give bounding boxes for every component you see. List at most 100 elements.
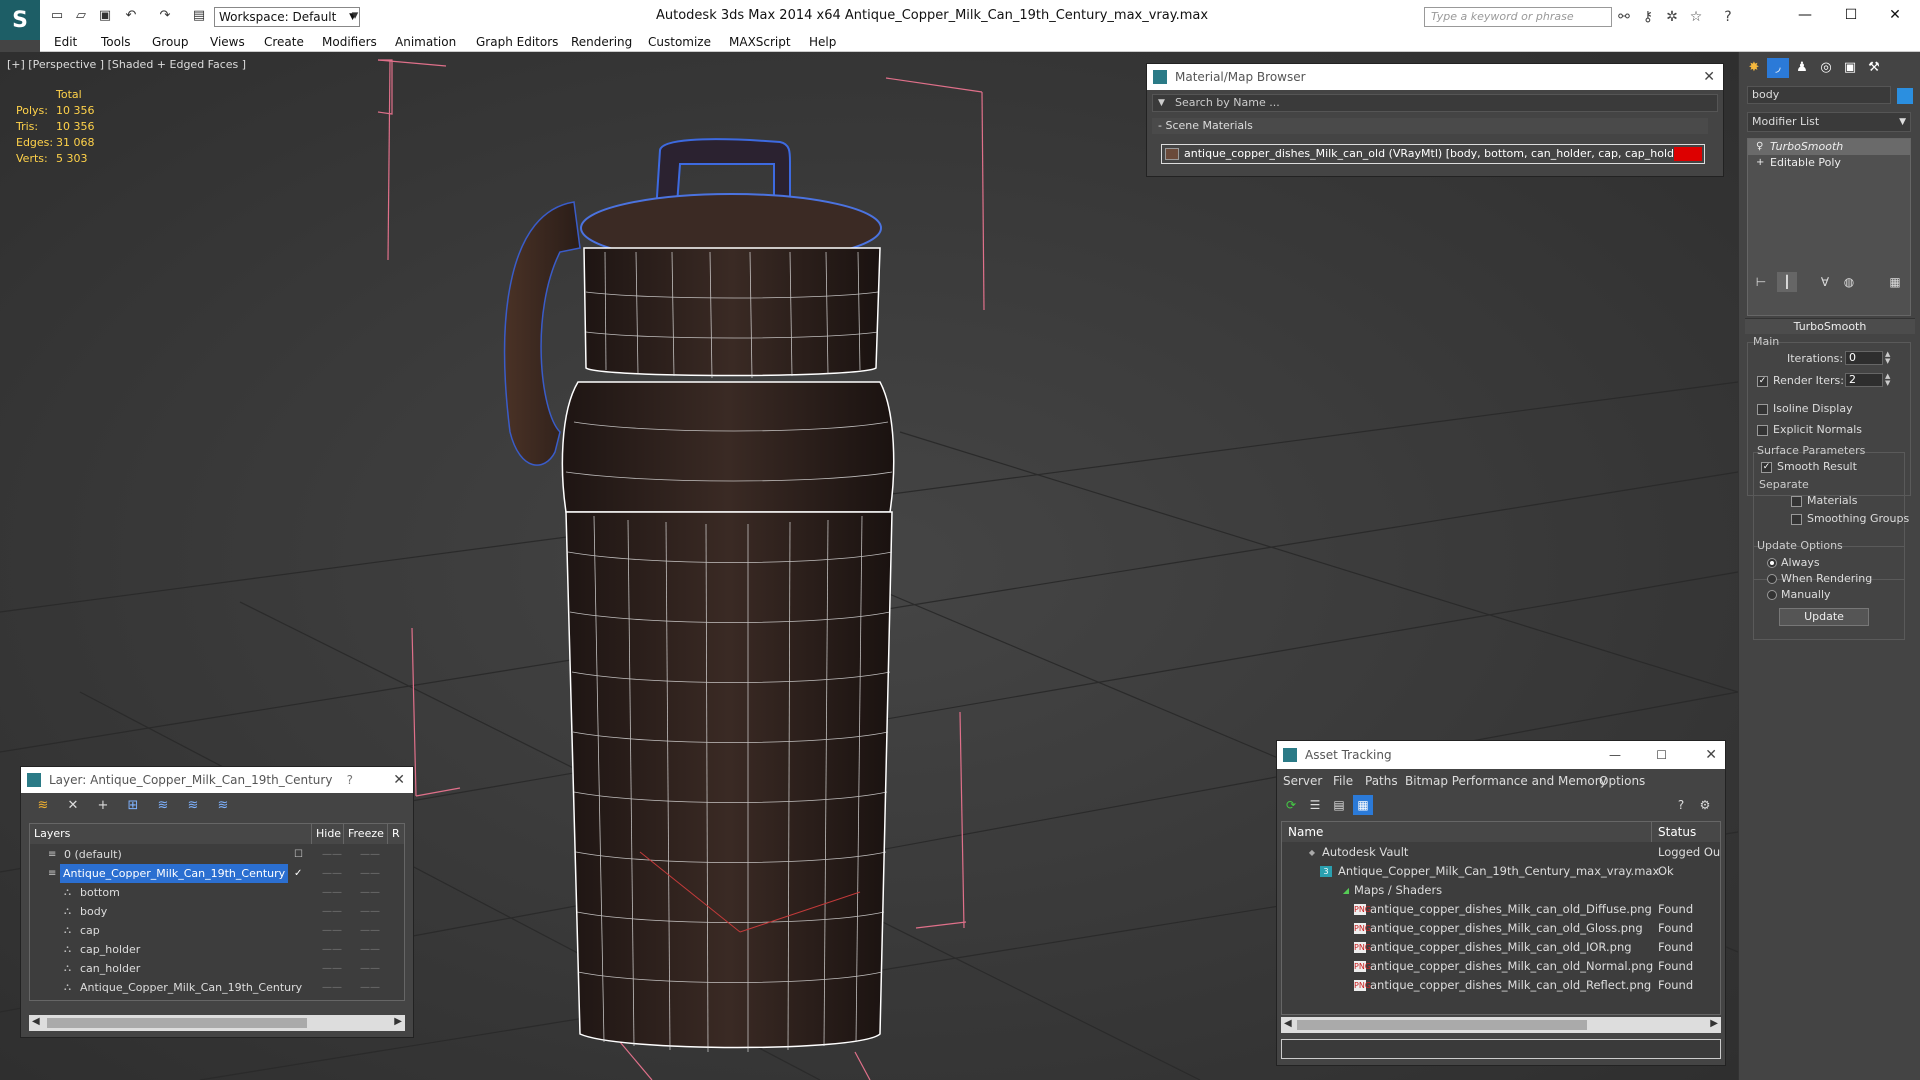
hide-toggle[interactable]: —— [322, 921, 342, 940]
menu-tools[interactable]: Tools [101, 35, 131, 49]
list-view-icon[interactable]: ☰ [1305, 795, 1325, 815]
menu-views[interactable]: Views [210, 35, 245, 49]
hide-toggle[interactable]: —— [322, 940, 342, 959]
horizontal-scrollbar[interactable]: ◀ ▶ [1281, 1017, 1721, 1033]
materials-checkbox[interactable] [1791, 496, 1802, 507]
close-icon[interactable]: ✕ [1703, 64, 1715, 90]
chevron-down-icon[interactable]: ▾ [346, 7, 364, 25]
scrollbar-thumb[interactable] [1297, 1020, 1587, 1030]
update-button[interactable]: Update [1779, 608, 1869, 626]
layer-row[interactable]: ⛬ cap_holder —— —— [30, 940, 404, 959]
column-header-status[interactable]: Status [1652, 822, 1720, 842]
help-icon[interactable]: ? [1671, 795, 1691, 815]
redo-icon[interactable]: ↷ [156, 7, 174, 25]
scene-materials-section[interactable]: - Scene Materials [1152, 118, 1708, 134]
layer-row[interactable]: ⛬ body —— —— [30, 902, 404, 921]
minimize-button[interactable]: — [1790, 4, 1820, 26]
menu-group[interactable]: Group [152, 35, 189, 49]
asset-row[interactable]: PNG antique_copper_dishes_Milk_can_old_I… [1282, 938, 1720, 957]
isoline-display-checkbox[interactable] [1757, 404, 1768, 415]
freeze-all-layers-icon[interactable]: ≋ [213, 796, 233, 816]
menu-paths[interactable]: Paths [1365, 774, 1398, 788]
help-icon[interactable]: ? [347, 767, 353, 793]
column-header-render[interactable]: R [388, 824, 404, 844]
stack-item-turbosmooth[interactable]: ♀ TurboSmooth [1748, 139, 1910, 155]
render-iters-checkbox[interactable]: ✓ [1757, 376, 1768, 387]
freeze-toggle[interactable]: —— [360, 978, 380, 997]
remove-modifier-icon[interactable]: ◍ [1839, 272, 1859, 292]
column-header-name[interactable]: Name [1282, 822, 1652, 842]
asset-row[interactable]: PNG antique_copper_dishes_Milk_can_old_R… [1282, 976, 1720, 995]
stack-item-editable-poly[interactable]: + Editable Poly [1748, 155, 1910, 171]
binoculars-icon[interactable]: ⚯ [1614, 7, 1634, 27]
scroll-right-icon[interactable]: ▶ [1710, 1018, 1718, 1029]
layer-row[interactable]: ≡ Antique_Copper_Milk_Can_19th_Century ✓… [30, 864, 404, 883]
hide-toggle[interactable]: —— [322, 845, 342, 864]
always-radio[interactable] [1767, 558, 1777, 568]
asset-row[interactable]: 3 Antique_Copper_Milk_Can_19th_Century_m… [1282, 862, 1720, 881]
help-icon[interactable]: ? [1718, 7, 1738, 27]
layer-row[interactable]: ⛬ bottom —— —— [30, 883, 404, 902]
scroll-right-icon[interactable]: ▶ [394, 1016, 402, 1027]
asset-row[interactable]: PNG antique_copper_dishes_Milk_can_old_G… [1282, 919, 1720, 938]
menu-animation[interactable]: Animation [395, 35, 456, 49]
iterations-spinner[interactable]: 0 [1845, 351, 1883, 365]
modifier-list-dropdown[interactable]: Modifier List ▼ [1747, 112, 1911, 132]
communication-icon[interactable]: ✲ [1662, 7, 1682, 27]
hide-all-layers-icon[interactable]: ≋ [183, 796, 203, 816]
search-input[interactable]: Type a keyword or phrase [1424, 7, 1612, 27]
menu-graph-editors[interactable]: Graph Editors [476, 35, 558, 49]
hide-toggle[interactable]: —— [322, 883, 342, 902]
viewport-label[interactable]: [+] [Perspective ] [Shaded + Edged Faces… [7, 58, 246, 71]
select-layer-objects-icon[interactable]: ⊞ [123, 796, 143, 816]
object-name-field[interactable]: body [1747, 86, 1891, 104]
material-entry[interactable]: antique_copper_dishes_Milk_can_old (VRay… [1161, 144, 1705, 164]
make-unique-icon[interactable]: ∀ [1815, 272, 1835, 292]
save-icon[interactable]: ▣ [96, 7, 114, 25]
freeze-toggle[interactable]: —— [360, 883, 380, 902]
menu-help[interactable]: Help [809, 35, 836, 49]
asset-row[interactable]: ◆ Autodesk Vault Logged Out [1282, 843, 1720, 862]
column-header-layers[interactable]: Layers [30, 824, 312, 844]
project-folder-icon[interactable]: ▤ [190, 7, 208, 25]
settings-icon[interactable]: ⚙ [1695, 795, 1715, 815]
menu-options[interactable]: Options [1599, 774, 1645, 788]
manually-radio[interactable] [1767, 590, 1777, 600]
menu-edit[interactable]: Edit [54, 35, 77, 49]
table-view-icon[interactable]: ▤ [1329, 795, 1349, 815]
menu-modifiers[interactable]: Modifiers [322, 35, 377, 49]
menu-maxscript[interactable]: MAXScript [729, 35, 791, 49]
asset-tracking-titlebar[interactable]: Asset Tracking — ☐ ✕ [1277, 741, 1725, 769]
hide-toggle[interactable]: —— [322, 902, 342, 921]
close-icon[interactable]: ✕ [393, 767, 405, 793]
turbosmooth-rollout-header[interactable]: TurboSmooth [1745, 318, 1915, 334]
app-logo-icon[interactable]: S [0, 0, 40, 40]
refresh-icon[interactable]: ⟳ [1281, 795, 1301, 815]
column-header-freeze[interactable]: Freeze [344, 824, 388, 844]
favorites-star-icon[interactable]: ☆ [1686, 7, 1706, 27]
configure-sets-icon[interactable]: ▦ [1885, 272, 1905, 292]
column-header-hide[interactable]: Hide [312, 824, 344, 844]
workspace-dropdown[interactable]: Workspace: Default ▼ [214, 7, 360, 27]
current-layer-icon[interactable]: ☐ [294, 845, 303, 864]
close-button[interactable]: ✕ [1880, 4, 1910, 26]
pin-stack-icon[interactable]: ⊢ [1751, 272, 1771, 292]
asset-row[interactable]: PNG antique_copper_dishes_Milk_can_old_D… [1282, 900, 1720, 919]
new-file-icon[interactable]: ▭ [48, 7, 66, 25]
menu-customize[interactable]: Customize [648, 35, 711, 49]
add-to-layer-icon[interactable]: + [93, 796, 113, 816]
object-color-swatch[interactable] [1897, 88, 1913, 104]
spinner-arrows-icon[interactable]: ▲ ▼ [1885, 373, 1893, 387]
menu-file[interactable]: File [1333, 774, 1353, 788]
subscription-icon[interactable]: ⚷ [1638, 7, 1658, 27]
layer-row[interactable]: ⛬ can_holder —— —— [30, 959, 404, 978]
menu-bitmap-performance[interactable]: Bitmap Performance and Memory [1405, 774, 1607, 788]
when-rendering-radio[interactable] [1767, 574, 1777, 584]
layer-row[interactable]: ⛬ cap —— —— [30, 921, 404, 940]
scrollbar-thumb[interactable] [47, 1018, 307, 1028]
maximize-button[interactable]: ☐ [1656, 741, 1667, 769]
new-layer-icon[interactable]: ≋ [33, 796, 53, 816]
highlight-layer-icon[interactable]: ≋ [153, 796, 173, 816]
utilities-tab-icon[interactable]: ⚒ [1863, 58, 1885, 78]
layer-panel-titlebar[interactable]: Layer: Antique_Copper_Milk_Can_19th_Cent… [21, 767, 413, 793]
